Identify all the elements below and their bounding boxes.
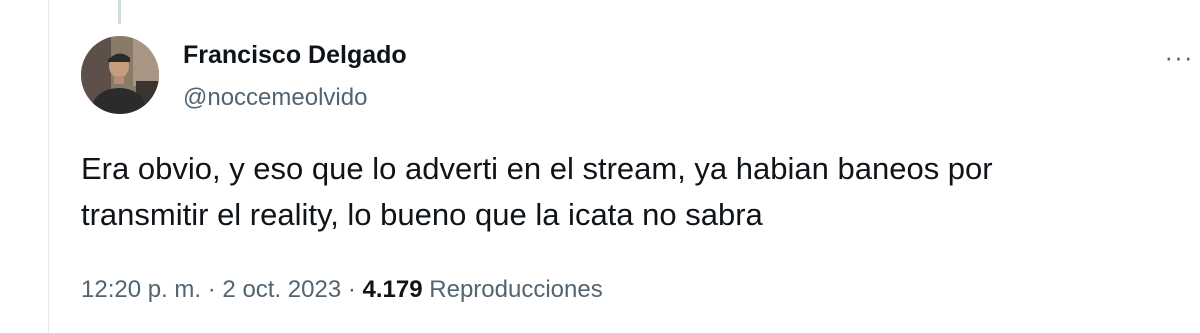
tweet-text: Era obvio, y eso que lo adverti en el st… bbox=[81, 146, 1161, 238]
avatar[interactable] bbox=[81, 36, 159, 114]
tweet-time[interactable]: 12:20 p. m. bbox=[81, 276, 201, 303]
tweet-text-line: transmitir el reality, lo bueno que la i… bbox=[81, 197, 763, 232]
timeline-border bbox=[48, 0, 49, 333]
views-count: 4.179 bbox=[362, 276, 423, 303]
tweet-meta: 12:20 p. m. · 2 oct. 2023 · 4.179 Reprod… bbox=[81, 276, 603, 304]
separator-dot: · bbox=[207, 276, 216, 303]
views-label: Reproducciones bbox=[429, 276, 603, 303]
avatar-image bbox=[81, 36, 159, 114]
separator-dot: · bbox=[347, 276, 356, 303]
author-name[interactable]: Francisco Delgado bbox=[183, 41, 407, 70]
tweet-date[interactable]: 2 oct. 2023 bbox=[222, 276, 341, 303]
more-options-icon[interactable]: ··· bbox=[1163, 44, 1195, 70]
tweet-text-line: Era obvio, y eso que lo adverti en el st… bbox=[81, 151, 993, 186]
author-handle[interactable]: @noccemeolvido bbox=[183, 84, 367, 112]
thread-connector-line bbox=[118, 0, 121, 24]
